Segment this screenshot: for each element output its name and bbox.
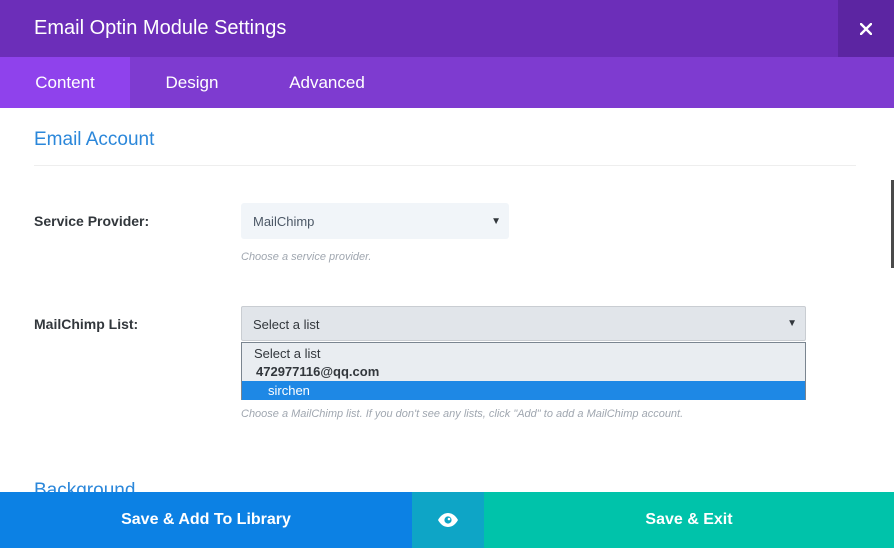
dropdown-caret-icon: ▼ [491,215,501,227]
tab-content[interactable]: Content [0,57,130,108]
tab-advanced[interactable]: Advanced [254,57,400,108]
save-and-exit-button[interactable]: Save & Exit [484,492,894,548]
modal-header: Email Optin Module Settings [0,0,894,57]
save-add-to-library-button[interactable]: Save & Add To Library [0,492,412,548]
dropdown-option-default[interactable]: Select a list [242,344,805,363]
mailchimp-list-select[interactable]: Select a list ▼ [241,306,806,341]
section-divider [34,165,856,166]
eye-icon [438,513,458,527]
preview-button[interactable] [412,492,484,548]
mailchimp-list-value: Select a list [253,317,320,332]
tab-bar: Content Design Advanced [0,57,894,108]
tab-design[interactable]: Design [130,57,254,108]
modal-title: Email Optin Module Settings [34,17,287,39]
service-provider-select[interactable]: MailChimp ▼ [241,203,509,239]
service-provider-value: MailChimp [253,214,315,229]
close-button[interactable] [838,0,894,57]
dropdown-optgroup-account: 472977116@qq.com [256,364,380,379]
service-provider-help: Choose a service provider. [241,251,372,263]
settings-content: Email Account Service Provider: MailChim… [0,108,894,492]
dropdown-caret-icon: ▼ [787,318,797,329]
section-title-background: Background [34,480,136,492]
mailchimp-list-label: MailChimp List: [34,316,139,332]
service-provider-label: Service Provider: [34,213,150,229]
mailchimp-list-help: Choose a MailChimp list. If you don't se… [241,408,684,420]
modal-footer: Save & Add To Library Save & Exit [0,492,894,548]
dropdown-option-sirchen[interactable]: sirchen [242,381,805,400]
close-icon [860,22,872,35]
mailchimp-list-dropdown: Select a list 472977116@qq.com sirchen [241,342,806,400]
section-title-email-account: Email Account [34,129,155,150]
